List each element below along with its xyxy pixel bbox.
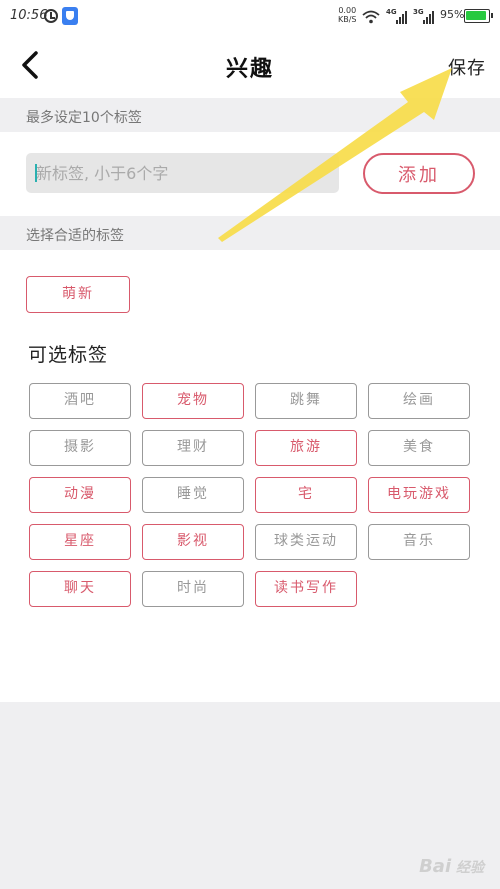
optional-tag[interactable]: 宅 — [255, 477, 357, 513]
input-row: 添加 — [0, 132, 500, 216]
add-button[interactable]: 添加 — [363, 153, 475, 194]
optional-tags-title: 可选标签 — [28, 344, 109, 366]
battery-percent: 95% — [440, 8, 465, 21]
optional-tag[interactable]: 摄影 — [29, 430, 131, 466]
text-cursor — [35, 164, 37, 182]
net-speed: 0.00 KB/S — [338, 6, 357, 24]
watermark-logo: Bai 经验 — [419, 856, 484, 877]
optional-tag[interactable]: 绘画 — [368, 383, 470, 419]
battery-fill — [466, 11, 486, 20]
optional-tag[interactable]: 球类运动 — [255, 524, 357, 560]
page-title: 兴趣 — [225, 57, 274, 82]
net-speed-unit: KB/S — [338, 15, 357, 24]
suitable-header: 选择合适的标签 — [0, 216, 500, 250]
optional-tag[interactable]: 聊天 — [29, 571, 131, 607]
optional-tag[interactable]: 影视 — [142, 524, 244, 560]
save-button[interactable]: 保存 — [448, 54, 486, 80]
signal-icon — [396, 10, 410, 24]
wifi-icon — [362, 10, 380, 24]
nav-bar: 兴趣 保存 — [0, 34, 500, 96]
optional-tag[interactable]: 读书写作 — [255, 571, 357, 607]
shield-icon — [62, 7, 78, 25]
suitable-header-text: 选择合适的标签 — [26, 228, 124, 244]
status-time: 10:56 — [10, 8, 48, 23]
new-tag-input[interactable] — [26, 153, 339, 193]
optional-tag[interactable]: 睡觉 — [142, 477, 244, 513]
alarm-icon — [44, 9, 58, 23]
optional-tag[interactable]: 星座 — [29, 524, 131, 560]
optional-tag[interactable]: 美食 — [368, 430, 470, 466]
limit-header-text: 最多设定10个标签 — [26, 110, 142, 126]
optional-tag[interactable]: 时尚 — [142, 571, 244, 607]
optional-tag[interactable]: 音乐 — [368, 524, 470, 560]
optional-tag[interactable]: 电玩游戏 — [368, 477, 470, 513]
tags-area: 萌新 可选标签 酒吧 宠物 跳舞 绘画摄影 理财 旅游 美食动漫 睡觉宅电玩游戏星座 影视 球类运… — [0, 250, 500, 702]
net-speed-value: 0.00 — [338, 6, 357, 15]
signal-icon — [423, 10, 437, 24]
optional-tag[interactable]: 宠物 — [142, 383, 244, 419]
optional-tag[interactable]: 跳舞 — [255, 383, 357, 419]
status-bar: 10:56 0.00 KB/S 4G 3G 95% — [0, 0, 500, 34]
optional-tag[interactable]: 动漫 — [29, 477, 131, 513]
battery-icon — [464, 9, 493, 23]
limit-header: 最多设定10个标签 — [0, 98, 500, 132]
optional-tag[interactable]: 酒吧 — [29, 383, 131, 419]
selected-tag[interactable]: 萌新 — [26, 276, 130, 313]
optional-tag[interactable]: 理财 — [142, 430, 244, 466]
optional-tag[interactable]: 旅游 — [255, 430, 357, 466]
